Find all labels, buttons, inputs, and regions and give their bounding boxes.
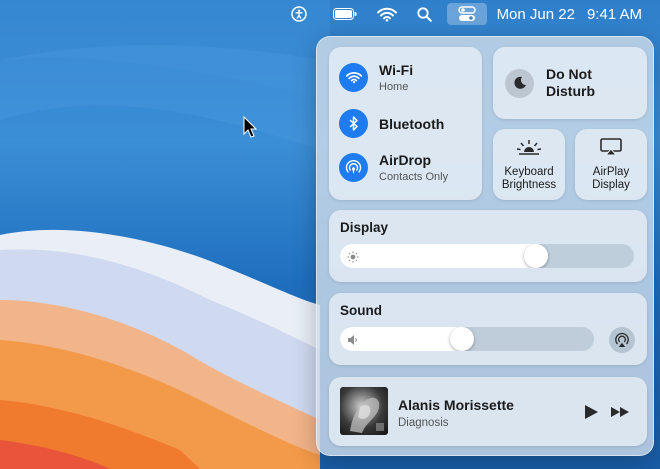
display-title: Display <box>340 220 389 235</box>
menubar-date[interactable]: Mon Jun 22 <box>497 3 575 25</box>
keyboard-brightness-button[interactable]: Keyboard Brightness <box>493 129 565 200</box>
wifi-icon <box>339 63 368 92</box>
airdrop-status: Contacts Only <box>379 171 449 183</box>
display-slider-knob[interactable] <box>524 244 548 268</box>
dnd-label-line1: Do Not <box>546 66 592 82</box>
now-playing-module: Alanis Morissette Diagnosis <box>329 377 647 446</box>
airplay-label-line1: AirPlay <box>592 166 630 178</box>
now-playing-artist: Alanis Morissette <box>398 397 514 413</box>
volume-slider[interactable] <box>340 327 594 351</box>
display-slider-fill <box>340 244 536 268</box>
battery-icon[interactable] <box>331 3 359 25</box>
airplay-display-button[interactable]: AirPlay Display <box>575 129 647 200</box>
accessibility-icon[interactable] <box>285 3 313 25</box>
bluetooth-title: Bluetooth <box>379 115 445 132</box>
play-button[interactable] <box>583 404 599 425</box>
airdrop-toggle[interactable]: AirDrop Contacts Only <box>339 152 448 183</box>
wifi-title: Wi-Fi <box>379 62 414 78</box>
speaker-icon <box>347 333 359 351</box>
kb-label-line2: Brightness <box>501 179 557 191</box>
sun-icon <box>347 250 359 268</box>
kb-label-line1: Keyboard <box>504 166 554 178</box>
control-center-icon[interactable] <box>446 3 487 25</box>
do-not-disturb-toggle[interactable]: Do Not Disturb <box>493 47 647 119</box>
airdrop-icon <box>339 153 368 182</box>
album-artwork[interactable] <box>340 387 388 435</box>
airplay-label-line2: Display <box>592 179 630 191</box>
control-center-panel: Wi-Fi Home Bluetooth AirDrop Contacts On… <box>316 36 654 456</box>
display-brightness-slider[interactable] <box>340 244 634 268</box>
dnd-label-line2: Disturb <box>546 83 595 99</box>
wifi-network-name: Home <box>379 81 409 93</box>
next-track-button[interactable] <box>610 404 630 425</box>
moon-icon <box>505 68 534 98</box>
keyboard-brightness-label: Keyboard Brightness <box>493 166 565 192</box>
sound-title: Sound <box>340 303 382 318</box>
keyboard-brightness-icon <box>493 138 565 156</box>
search-icon[interactable] <box>411 3 439 25</box>
network-module: Wi-Fi Home Bluetooth AirDrop Contacts On… <box>329 47 482 200</box>
bluetooth-toggle[interactable]: Bluetooth <box>339 109 444 138</box>
play-icon <box>585 405 598 419</box>
fast-forward-icon <box>611 407 629 417</box>
menubar-time[interactable]: 9:41 AM <box>587 3 642 25</box>
airplay-display-icon <box>575 138 647 156</box>
airplay-display-label: AirPlay Display <box>575 166 647 192</box>
airplay-audio-icon <box>615 332 629 347</box>
wifi-icon[interactable] <box>373 3 401 25</box>
menu-bar: Mon Jun 22 9:41 AM <box>0 0 660 28</box>
bluetooth-icon <box>339 109 368 138</box>
airplay-audio-button[interactable] <box>609 327 635 353</box>
wifi-toggle[interactable]: Wi-Fi Home <box>339 62 413 93</box>
now-playing-track: Diagnosis <box>398 417 449 429</box>
sound-module: Sound <box>329 293 647 365</box>
do-not-disturb-label: Do Not Disturb <box>546 66 595 100</box>
volume-slider-knob[interactable] <box>450 327 474 351</box>
display-module: Display <box>329 210 647 282</box>
airdrop-title: AirDrop <box>379 152 432 168</box>
